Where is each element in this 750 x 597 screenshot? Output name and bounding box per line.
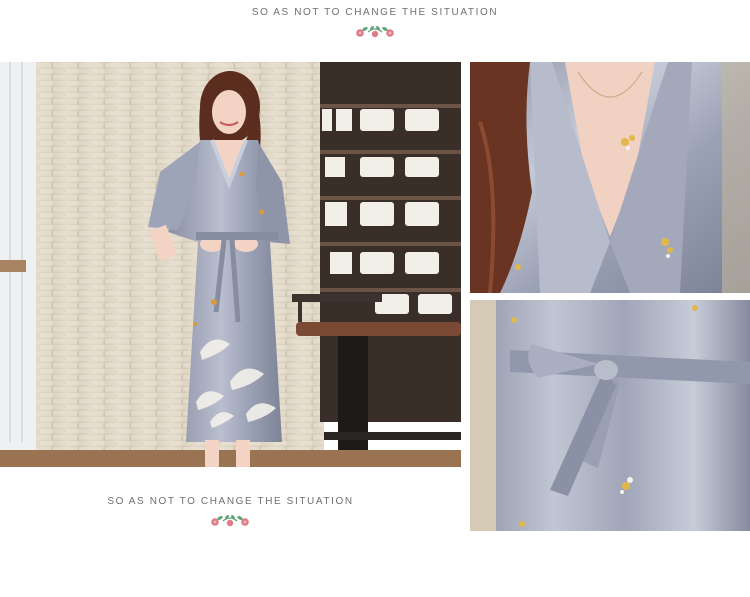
belt-detail-photo: [470, 300, 750, 531]
flower-ornament-bottom-icon: [211, 514, 249, 527]
top-caption: SO AS NOT TO CHANGE THE SITUATION: [251, 7, 499, 18]
neckline-detail-photo: [470, 62, 750, 293]
main-product-photo: [0, 62, 461, 467]
bottom-caption: SO AS NOT TO CHANGE THE SITUATION: [107, 496, 354, 507]
flower-ornament-top-icon: [356, 25, 394, 38]
